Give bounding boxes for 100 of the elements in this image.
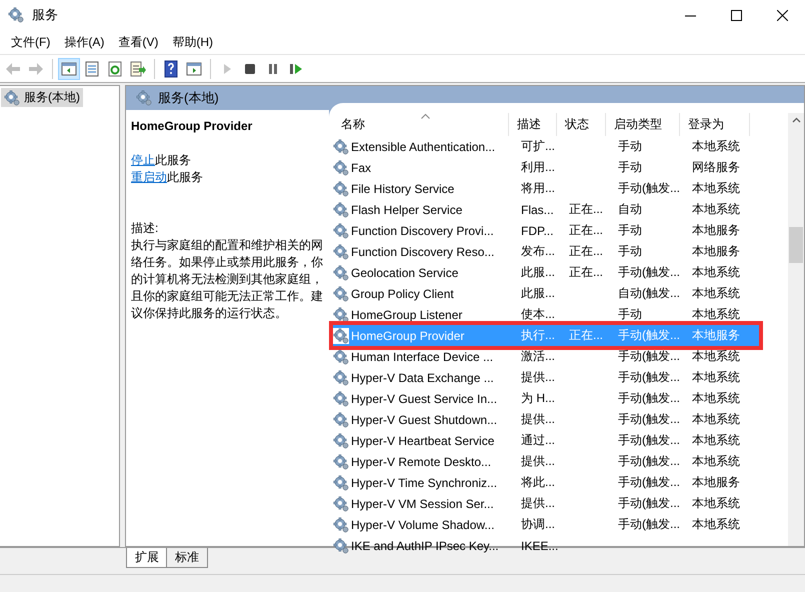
service-row[interactable]: Hyper-V Remote Deskto... 提供... 手动(触发... 本地系统 xyxy=(333,451,759,472)
service-name: Hyper-V Volume Shadow... xyxy=(351,518,494,532)
view-tab[interactable]: 扩展 xyxy=(126,548,168,568)
scrollbar[interactable] xyxy=(788,113,804,546)
service-row[interactable]: Hyper-V Guest Service In... 为 H... 手动(触发... 本地系统 xyxy=(333,388,759,409)
gear-icon xyxy=(333,432,349,448)
service-row[interactable]: Hyper-V Time Synchroniz... 将此... 手动(触发... 本地服务 xyxy=(333,472,759,493)
startup-type-cell: 手动(触发... xyxy=(618,328,680,342)
description-cell: 此服... xyxy=(521,265,556,279)
description-text: 执行与家庭组的配置和维护相关的网络任务。如果停止或禁用此服务，你的计算机将无法检测到其他家庭组，且你的家庭组可能无法正常工作。建议你保持此服务的运行状态。 xyxy=(131,237,324,322)
status-cell: 正在... xyxy=(569,265,604,279)
gear-icon xyxy=(333,306,349,322)
service-title: HomeGroup Provider xyxy=(131,118,254,135)
console-tree-icon xyxy=(60,60,78,78)
service-row[interactable]: Group Policy Client 此服... 自动(触发... 本地系统 xyxy=(333,283,759,304)
service-row[interactable]: File History Service 将用... 手动(触发... 本地系统 xyxy=(333,178,759,199)
gear-icon xyxy=(136,90,152,106)
log-on-cell: 本地服务 xyxy=(692,223,740,237)
service-name: Hyper-V Data Exchange ... xyxy=(351,370,494,384)
column-header[interactable]: 名称 xyxy=(329,113,509,136)
menu-item[interactable]: 文件(F) xyxy=(4,34,58,50)
service-row[interactable]: Flash Helper Service Flas... 正在... 自动 本地系统 xyxy=(333,199,759,220)
service-row[interactable]: Function Discovery Provi... FDP... 正在... 手动 本地服务 xyxy=(333,220,759,241)
window-pane-icon xyxy=(185,60,203,78)
log-on-cell: 本地系统 xyxy=(692,265,740,279)
column-header[interactable]: 状态 xyxy=(557,113,606,136)
status-cell: 正在... xyxy=(569,202,604,216)
action-text: 此服务 xyxy=(167,169,203,186)
service-row[interactable]: HomeGroup Listener 使本... 手动 本地系统 xyxy=(333,304,759,325)
menu-item[interactable]: 帮助(H) xyxy=(165,34,220,50)
service-name: Hyper-V Remote Deskto... xyxy=(351,454,492,468)
log-on-cell: 本地服务 xyxy=(692,328,740,342)
menu-item[interactable]: 查看(V) xyxy=(111,34,166,50)
view-tab[interactable]: 标准 xyxy=(166,548,208,568)
export-list-icon xyxy=(129,60,147,78)
startup-type-cell: 手动 xyxy=(618,244,642,258)
service-row[interactable]: Hyper-V VM Session Ser... 提供... 手动(触发... 本地系统 xyxy=(333,493,759,514)
description-cell: 发布... xyxy=(521,244,556,258)
description-cell: 为 H... xyxy=(521,391,556,405)
service-row[interactable]: Hyper-V Data Exchange ... 提供... 手动(触发... 本地系统 xyxy=(333,367,759,388)
console-tree-button[interactable] xyxy=(58,58,80,80)
action-link[interactable]: 停止 xyxy=(131,152,155,169)
service-name: File History Service xyxy=(351,182,454,196)
startup-type-cell: 手动 xyxy=(618,160,642,174)
menu-item[interactable]: 操作(A) xyxy=(57,34,112,50)
service-row[interactable]: Human Interface Device ... 激活... 手动(触发... 本地系统 xyxy=(333,346,759,367)
description-cell: Flas... xyxy=(521,202,554,216)
description-cell: 将用... xyxy=(521,181,556,195)
startup-type-cell: 手动(触发... xyxy=(618,181,680,195)
tree-item[interactable]: 服务(本地) xyxy=(1,88,83,107)
description-cell: 将此... xyxy=(521,475,556,489)
service-row[interactable]: Extensible Authentication... 可扩... 手动 本地系统 xyxy=(333,136,759,157)
service-name: Hyper-V Guest Shutdown... xyxy=(351,412,498,426)
description-cell: 提供... xyxy=(521,370,556,384)
gear-icon xyxy=(333,390,349,406)
service-name: Flash Helper Service xyxy=(351,202,462,216)
service-name: HomeGroup Listener xyxy=(351,308,462,322)
service-name: Hyper-V Guest Service In... xyxy=(351,392,498,406)
startup-type-cell: 手动(触发... xyxy=(618,349,680,363)
gear-icon xyxy=(333,516,349,532)
maximize-icon xyxy=(730,10,742,20)
description-cell: 协调... xyxy=(521,517,556,531)
description-cell: 提供... xyxy=(521,496,556,510)
description-cell: IKEE... xyxy=(521,538,558,552)
service-row[interactable]: Geolocation Service 此服... 正在... 手动(触发... 本地系统 xyxy=(333,262,759,283)
properties-icon xyxy=(83,60,101,78)
scroll-thumb[interactable] xyxy=(789,227,803,263)
service-name: Function Discovery Provi... xyxy=(351,224,494,238)
log-on-cell: 本地系统 xyxy=(692,517,740,531)
startup-type-cell: 手动(触发... xyxy=(618,412,680,426)
service-row[interactable]: Fax 利用... 手动 网络服务 xyxy=(333,157,759,178)
service-row[interactable]: Hyper-V Guest Shutdown... 提供... 手动(触发... 本地系统 xyxy=(333,409,759,430)
log-on-cell: 本地系统 xyxy=(692,391,740,405)
log-on-cell: 网络服务 xyxy=(692,160,740,174)
gear-icon xyxy=(333,474,349,490)
column-header[interactable]: 登录为 xyxy=(680,113,750,136)
column-header[interactable]: 启动类型 xyxy=(606,113,680,136)
gear-icon xyxy=(333,496,349,512)
description-cell: 提供... xyxy=(521,412,556,426)
service-row[interactable]: Hyper-V Volume Shadow... 协调... 手动(触发... 本地系统 xyxy=(333,514,759,535)
startup-type-cell: 手动(触发... xyxy=(618,517,680,531)
action-link[interactable]: 重启动 xyxy=(131,169,167,186)
log-on-cell: 本地服务 xyxy=(692,244,740,258)
description-cell: 激活... xyxy=(521,349,556,363)
startup-type-cell: 自动 xyxy=(618,202,642,216)
gear-icon xyxy=(333,180,349,196)
service-row[interactable]: Hyper-V Heartbeat Service 通过... 手动(触发... 本地系统 xyxy=(333,430,759,451)
service-row[interactable]: IKE and AuthIP IPsec Key... IKEE... xyxy=(333,535,759,556)
service-row[interactable]: Function Discovery Reso... 发布... 正在... 手动 本地服务 xyxy=(333,241,759,262)
column-header[interactable]: 描述 xyxy=(509,113,557,136)
log-on-cell: 本地系统 xyxy=(692,139,740,153)
gear-icon xyxy=(333,138,349,154)
log-on-cell: 本地系统 xyxy=(692,307,740,321)
log-on-cell: 本地系统 xyxy=(692,202,740,216)
service-name: Group Policy Client xyxy=(351,286,454,300)
description-cell: 此服... xyxy=(521,286,556,300)
service-name: Hyper-V Heartbeat Service xyxy=(351,434,494,448)
gear-icon xyxy=(333,160,349,176)
startup-type-cell: 手动(触发... xyxy=(618,496,680,510)
description-label: 描述: xyxy=(131,220,160,237)
